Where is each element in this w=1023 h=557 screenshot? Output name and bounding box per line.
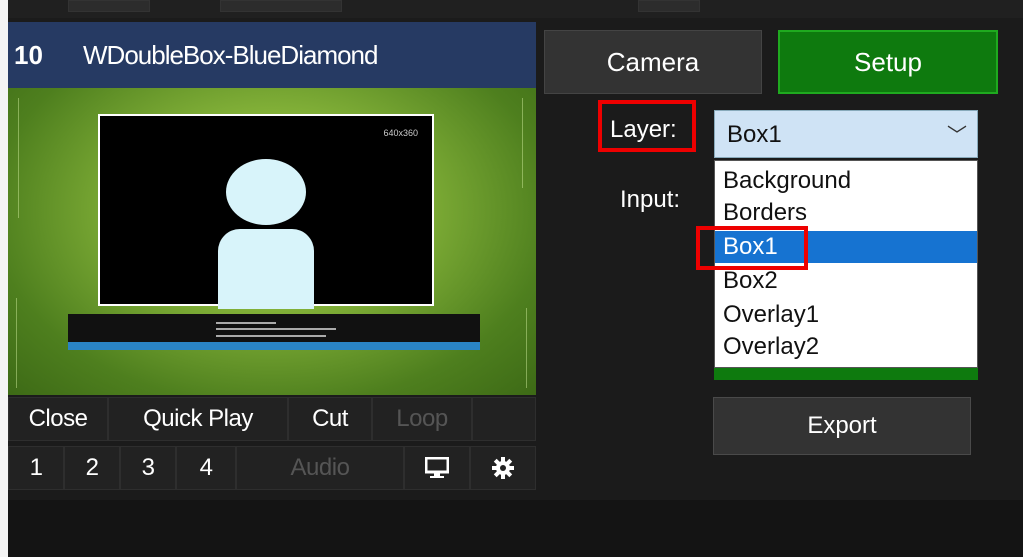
quick-play-button[interactable]: Quick Play: [108, 397, 288, 441]
gear-icon: [492, 457, 514, 479]
lower-third-bar: [68, 314, 480, 350]
layer-option-overlay1[interactable]: Overlay1: [715, 299, 977, 331]
export-button[interactable]: Export: [713, 397, 971, 455]
background-decoration: [508, 98, 523, 188]
input-field-edge: [714, 368, 978, 380]
layer-dropdown[interactable]: Box1 ﹀: [714, 110, 978, 158]
top-strip-segment: [638, 0, 700, 12]
background-decoration: [16, 298, 37, 388]
input-label: Input:: [620, 186, 681, 213]
close-button[interactable]: Close: [8, 397, 108, 441]
ticker-text-line: [216, 335, 326, 337]
background-decoration: [18, 98, 39, 218]
top-strip-segment: [220, 0, 342, 12]
overlay-4-button[interactable]: 4: [176, 446, 236, 490]
monitor-button[interactable]: [404, 446, 470, 490]
overlay-2-button[interactable]: 2: [64, 446, 120, 490]
person-head-shape: [226, 159, 306, 225]
monitor-icon: [425, 457, 449, 478]
input-number: 10: [14, 40, 43, 70]
chevron-down-icon: ﹀: [947, 125, 967, 147]
layer-dropdown-value: Box1: [727, 121, 782, 148]
cut-button[interactable]: Cut: [288, 397, 372, 441]
highlight-layer-label: [598, 100, 696, 152]
tab-camera[interactable]: Camera: [544, 30, 762, 94]
input-name: WDoubleBox-BlueDiamond: [83, 40, 378, 70]
layer-option-background[interactable]: Background: [715, 165, 977, 197]
person-body-shape: [218, 229, 314, 309]
ticker-text-line: [216, 328, 336, 330]
background-decoration: [512, 308, 527, 388]
tab-setup[interactable]: Setup: [778, 30, 998, 94]
settings-button[interactable]: [470, 446, 536, 490]
layer-option-borders[interactable]: Borders: [715, 197, 977, 229]
resolution-label: 640x360: [383, 128, 418, 138]
video-placeholder: 640x360: [98, 114, 434, 309]
overlay-3-button[interactable]: 3: [120, 446, 176, 490]
audio-button[interactable]: Audio: [236, 446, 404, 490]
input-preview[interactable]: 640x360: [8, 88, 536, 395]
lower-third-accent: [68, 342, 480, 350]
blank-button[interactable]: [472, 397, 536, 441]
loop-button[interactable]: Loop: [372, 397, 472, 441]
top-strip: [8, 0, 1023, 18]
input-title-bar[interactable]: 10 WDoubleBox-BlueDiamond: [8, 22, 536, 88]
layer-option-overlay2[interactable]: Overlay2: [715, 331, 977, 363]
ticker-text-line: [216, 322, 276, 324]
highlight-box1-option: [696, 226, 808, 270]
top-strip-segment: [68, 0, 150, 12]
overlay-1-button[interactable]: 1: [8, 446, 64, 490]
vmix-input-panel: 10 WDoubleBox-BlueDiamond 640x360 Close …: [8, 0, 1023, 557]
bottom-bar: [8, 500, 1023, 557]
